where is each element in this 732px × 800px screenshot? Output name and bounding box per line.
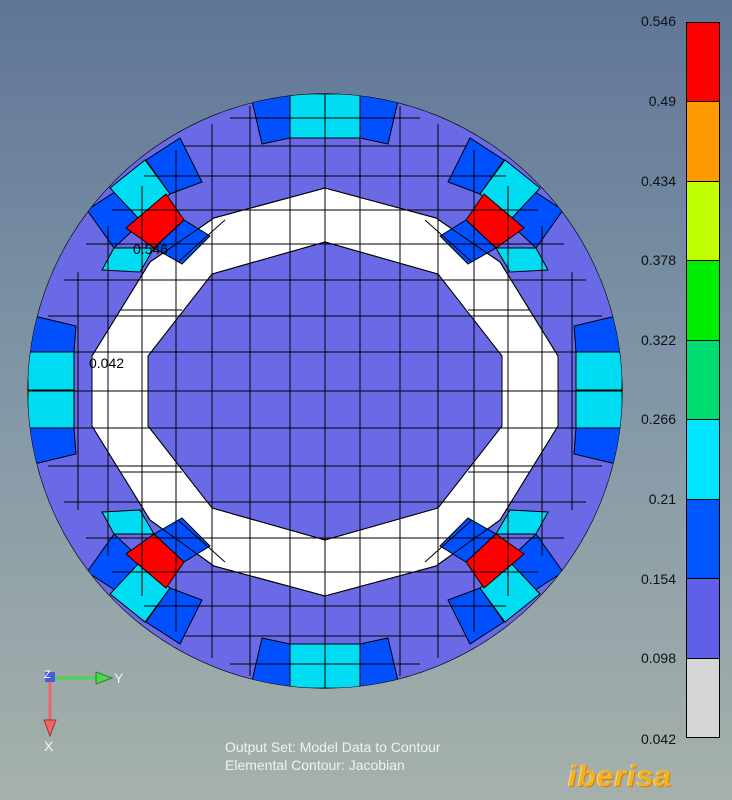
- contour-type-line: Elemental Contour: Jacobian: [225, 757, 405, 773]
- legend-band-6: [687, 420, 719, 500]
- legend-label-7: 0.21: [648, 491, 676, 507]
- coordinate-triad: Z Y X: [38, 664, 133, 764]
- output-info: Output Set: Model Data to Contour Elemen…: [225, 738, 441, 774]
- legend-band-9: [687, 658, 719, 737]
- legend-label-10: 0.042: [640, 731, 676, 747]
- legend-band-5: [687, 340, 719, 421]
- legend-label-8: 0.154: [640, 571, 676, 587]
- x-axis-label: X: [44, 738, 54, 754]
- legend-band-2: [687, 102, 719, 182]
- legend-band-4: [687, 261, 719, 341]
- legend-label-4: 0.378: [640, 252, 676, 268]
- y-axis-label: Y: [114, 670, 124, 686]
- legend-label-1: 0.546: [640, 13, 676, 29]
- contour-legend: [686, 22, 720, 738]
- legend-label-3: 0.434: [640, 173, 676, 189]
- legend-label-2: 0.49: [648, 93, 676, 109]
- model-viewport[interactable]: 0.546 0.042 0.546 0.49 0.434 0.378 0.322…: [0, 0, 732, 800]
- brand-logo: iberisa: [568, 760, 672, 794]
- legend-band-1: [687, 23, 719, 103]
- output-set-line: Output Set: Model Data to Contour: [225, 739, 441, 755]
- min-value-annotation: 0.042: [89, 355, 125, 371]
- legend-label-5: 0.322: [640, 332, 676, 348]
- legend-label-6: 0.266: [640, 411, 676, 427]
- mesh-fill-group: [28, 94, 622, 688]
- max-value-annotation: 0.546: [133, 241, 169, 257]
- legend-band-3: [687, 181, 719, 262]
- legend-band-7: [687, 499, 719, 580]
- legend-label-9: 0.098: [640, 650, 676, 666]
- legend-band-8: [687, 579, 719, 659]
- brand-text: iberisa: [568, 760, 672, 793]
- z-axis-label: Z: [44, 669, 51, 681]
